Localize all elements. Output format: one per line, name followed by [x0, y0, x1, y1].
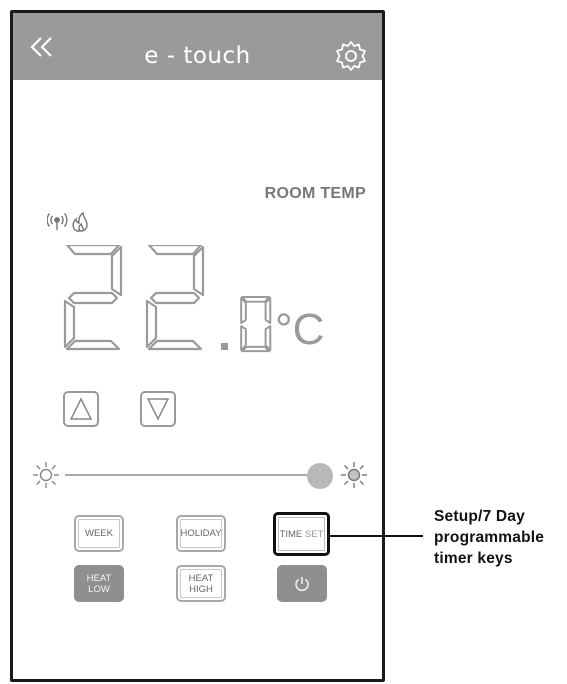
- digit-ones: [145, 243, 205, 351]
- heat-high-line1: HEAT: [188, 572, 214, 584]
- brightness-slider-handle[interactable]: [307, 463, 333, 489]
- time-set-label: TIME SET: [280, 529, 324, 540]
- digit-tens: [63, 243, 123, 351]
- room-temp-label: ROOM TEMP: [264, 185, 366, 202]
- app-screen: e - touch ROOM TEMP 22.0: [10, 10, 385, 682]
- power-button[interactable]: [277, 565, 327, 602]
- temp-down-button[interactable]: [140, 391, 176, 427]
- temp-up-button[interactable]: [63, 391, 99, 427]
- wireless-signal-icon: [47, 213, 68, 230]
- holiday-button[interactable]: HOLIDAY: [176, 515, 226, 552]
- callout-text: Setup/7 Day programmable timer keys: [434, 506, 544, 569]
- sun-filled-icon: [341, 462, 367, 488]
- gear-icon[interactable]: [335, 40, 367, 72]
- set-label: SET: [304, 528, 324, 540]
- app-header: e - touch: [13, 13, 382, 80]
- flame-icon: [72, 211, 88, 232]
- digit-decimal: [240, 296, 272, 353]
- heat-low-label: HEAT LOW: [87, 573, 112, 595]
- sun-outline-icon: [33, 462, 59, 488]
- callout-line3: timer keys: [434, 550, 513, 567]
- heat-low-line1: HEAT: [86, 572, 112, 584]
- heat-high-button[interactable]: HEAT HIGH: [176, 565, 226, 602]
- decimal-point: [221, 343, 228, 350]
- temperature-unit: °C: [275, 305, 325, 354]
- heat-high-label: HEAT HIGH: [189, 573, 214, 595]
- power-icon: [295, 576, 309, 591]
- brightness-slider-track[interactable]: [65, 474, 320, 476]
- callout-line1: Setup/7 Day: [434, 508, 525, 525]
- callout-line: [328, 535, 423, 537]
- time-label: TIME: [279, 528, 303, 540]
- triangle-down-icon: [146, 398, 170, 421]
- time-set-button[interactable]: TIME SET: [273, 512, 330, 556]
- week-button[interactable]: WEEK: [74, 515, 124, 552]
- heat-low-line2: LOW: [88, 583, 110, 595]
- holiday-label: HOLIDAY: [180, 528, 222, 539]
- heat-low-button[interactable]: HEAT LOW: [74, 565, 124, 602]
- heat-high-line2: HIGH: [189, 583, 213, 595]
- week-label: WEEK: [85, 528, 113, 539]
- status-icons: [47, 211, 88, 232]
- triangle-up-icon: [69, 397, 93, 420]
- callout-line2: programmable: [434, 529, 545, 546]
- app-title: e - touch: [144, 43, 251, 69]
